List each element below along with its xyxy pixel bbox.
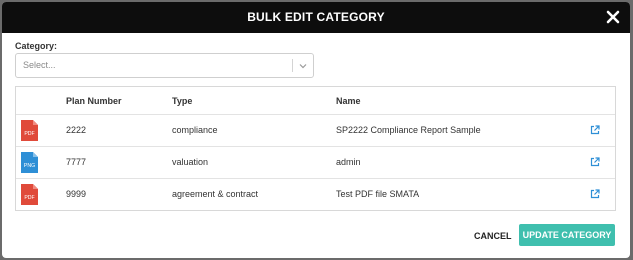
category-select-placeholder: Select... bbox=[23, 60, 56, 70]
name-cell: admin bbox=[336, 157, 361, 167]
type-cell: compliance bbox=[172, 125, 218, 135]
cancel-button[interactable]: CANCEL bbox=[470, 225, 516, 247]
column-header-type: Type bbox=[172, 96, 193, 106]
select-separator bbox=[292, 59, 293, 72]
column-header-plan-number: Plan Number bbox=[66, 96, 122, 106]
close-icon bbox=[606, 10, 620, 24]
dialog-header: BULK EDIT CATEGORY bbox=[2, 2, 630, 33]
update-category-button[interactable]: UPDATE CATEGORY bbox=[519, 224, 615, 246]
external-link-icon[interactable] bbox=[590, 157, 600, 167]
table-row[interactable]: PDF 9999 agreement & contract Test PDF f… bbox=[16, 178, 615, 210]
table-row[interactable]: PNG 7777 valuation admin bbox=[16, 146, 615, 178]
pdf-file-icon: PDF bbox=[21, 184, 38, 205]
close-button[interactable] bbox=[604, 8, 622, 26]
file-type-label: PNG bbox=[24, 163, 35, 169]
dialog-title: BULK EDIT CATEGORY bbox=[247, 10, 385, 24]
chevron-down-icon bbox=[299, 64, 307, 69]
plan-number-cell: 7777 bbox=[66, 157, 87, 167]
type-cell: valuation bbox=[172, 157, 209, 167]
type-cell: agreement & contract bbox=[172, 189, 259, 199]
file-type-label: PDF bbox=[24, 195, 34, 201]
plan-number-cell: 9999 bbox=[66, 189, 87, 199]
category-select[interactable]: Select... bbox=[15, 53, 314, 78]
plan-number-cell: 2222 bbox=[66, 125, 87, 135]
png-file-icon: PNG bbox=[21, 152, 38, 173]
external-link-icon[interactable] bbox=[590, 189, 600, 199]
name-cell: Test PDF file SMATA bbox=[336, 189, 420, 199]
name-cell: SP2222 Compliance Report Sample bbox=[336, 125, 481, 135]
pdf-file-icon: PDF bbox=[21, 120, 38, 141]
column-header-name: Name bbox=[336, 96, 361, 106]
external-link-icon[interactable] bbox=[590, 125, 600, 135]
category-label: Category: bbox=[15, 41, 58, 51]
file-type-label: PDF bbox=[24, 131, 34, 137]
table-row[interactable]: PDF 2222 compliance SP2222 Compliance Re… bbox=[16, 114, 615, 146]
